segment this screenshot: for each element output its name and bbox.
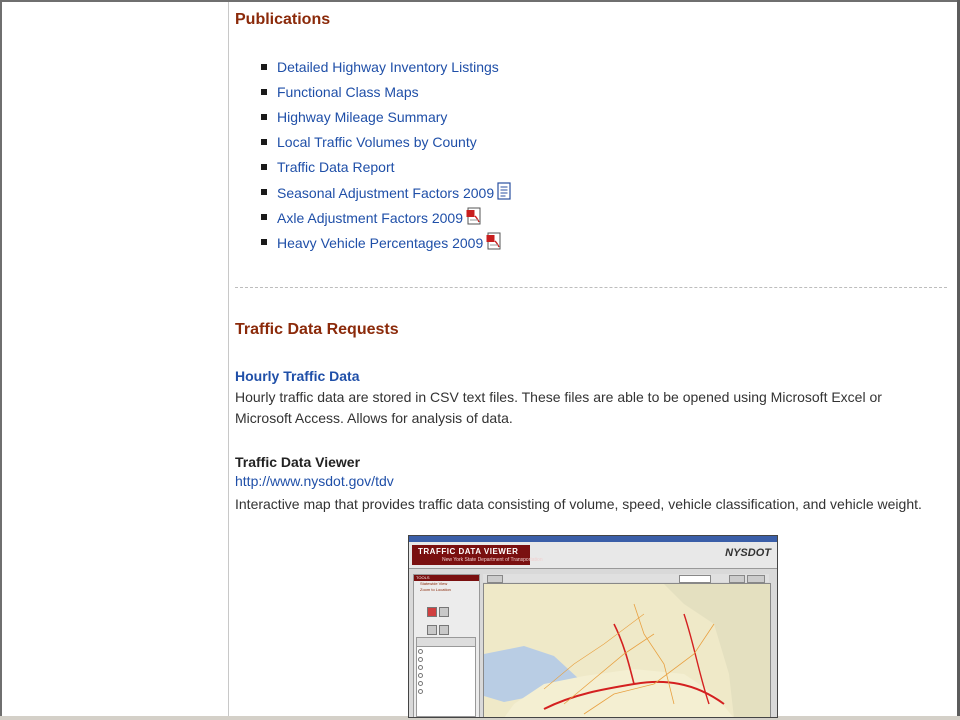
traffic-data-viewer-description: Interactive map that provides traffic da… xyxy=(235,496,922,512)
list-item: Seasonal Adjustment Factors 2009 xyxy=(261,182,511,207)
publication-link[interactable]: Heavy Vehicle Percentages 2009 xyxy=(277,235,483,251)
screenshot-layer-option xyxy=(417,647,475,655)
screenshot-logo-banner: TRAFFIC DATA VIEWER New York State Depar… xyxy=(412,545,543,565)
screenshot-brand-logo: NYSDOT xyxy=(725,547,771,559)
section-divider xyxy=(235,287,947,288)
publications-heading: Publications xyxy=(235,11,331,28)
publication-link[interactable]: Traffic Data Report xyxy=(277,159,395,175)
publication-link[interactable]: Functional Class Maps xyxy=(277,84,419,100)
traffic-data-viewer-title: Traffic Data Viewer xyxy=(235,454,361,470)
screenshot-app-title: TRAFFIC DATA VIEWER xyxy=(418,547,519,556)
screenshot-tool-buttons xyxy=(426,605,450,641)
traffic-data-viewer-screenshot: TRAFFIC DATA VIEWER New York State Depar… xyxy=(408,535,778,718)
bullet-icon xyxy=(261,89,267,95)
screenshot-app-subtitle: New York State Department of Transportat… xyxy=(442,557,543,563)
bullet-icon xyxy=(261,214,267,220)
screenshot-header: TRAFFIC DATA VIEWER New York State Depar… xyxy=(409,542,777,569)
screenshot-layer-option xyxy=(417,679,475,687)
bullet-icon xyxy=(261,189,267,195)
list-item: Highway Mileage Summary xyxy=(261,107,511,132)
screenshot-toolbar-button xyxy=(747,575,765,583)
screenshot-toolbar-button xyxy=(487,575,503,583)
screenshot-find-field xyxy=(679,575,711,583)
new-york-map-graphic xyxy=(484,584,770,717)
list-item: Functional Class Maps xyxy=(261,82,511,107)
hourly-traffic-data-link[interactable]: Hourly Traffic Data xyxy=(235,368,359,384)
sidebar-divider xyxy=(228,2,229,716)
bullet-icon xyxy=(261,139,267,145)
screenshot-map-toolbar xyxy=(483,574,769,583)
bullet-icon xyxy=(261,239,267,245)
bullet-icon xyxy=(261,114,267,120)
pdf-icon[interactable] xyxy=(486,232,502,255)
publication-link[interactable]: Highway Mileage Summary xyxy=(277,109,447,125)
traffic-data-viewer-url[interactable]: http://www.nysdot.gov/tdv xyxy=(235,473,394,489)
window-top-border xyxy=(0,0,960,2)
list-item: Traffic Data Report xyxy=(261,157,511,182)
zoom-out-icon xyxy=(439,607,449,617)
screenshot-layer-option xyxy=(417,655,475,663)
screenshot-map xyxy=(483,583,771,717)
screenshot-layer-option xyxy=(417,663,475,671)
pdf-icon[interactable] xyxy=(466,207,482,230)
pan-icon xyxy=(427,625,437,635)
screenshot-layer-panel xyxy=(416,637,476,717)
screenshot-layer-option xyxy=(417,687,475,695)
list-item: Local Traffic Volumes by County xyxy=(261,132,511,157)
publications-list: Detailed Highway Inventory Listings Func… xyxy=(261,57,511,257)
bullet-icon xyxy=(261,64,267,70)
hourly-traffic-description: Hourly traffic data are stored in CSV te… xyxy=(235,389,882,426)
list-item: Heavy Vehicle Percentages 2009 xyxy=(261,232,511,257)
zoom-in-icon xyxy=(427,607,437,617)
list-item: Axle Adjustment Factors 2009 xyxy=(261,207,511,232)
publication-link[interactable]: Axle Adjustment Factors 2009 xyxy=(277,210,463,226)
publication-link[interactable]: Local Traffic Volumes by County xyxy=(277,134,477,150)
traffic-data-requests-heading: Traffic Data Requests xyxy=(235,321,399,338)
screenshot-sidebar: TOOLS Statewide View Zoom to Location xyxy=(413,574,480,717)
screenshot-toolbar-button xyxy=(729,575,745,583)
screenshot-layer-option xyxy=(417,671,475,679)
identify-icon xyxy=(439,625,449,635)
bullet-icon xyxy=(261,164,267,170)
text-document-icon[interactable] xyxy=(497,182,511,205)
publication-link[interactable]: Detailed Highway Inventory Listings xyxy=(277,59,499,75)
screenshot-panel-tabs xyxy=(417,638,475,647)
window-left-border xyxy=(0,0,2,720)
publication-link[interactable]: Seasonal Adjustment Factors 2009 xyxy=(277,185,494,201)
list-item: Detailed Highway Inventory Listings xyxy=(261,57,511,82)
screenshot-tool-item: Zoom to Location xyxy=(420,587,451,592)
